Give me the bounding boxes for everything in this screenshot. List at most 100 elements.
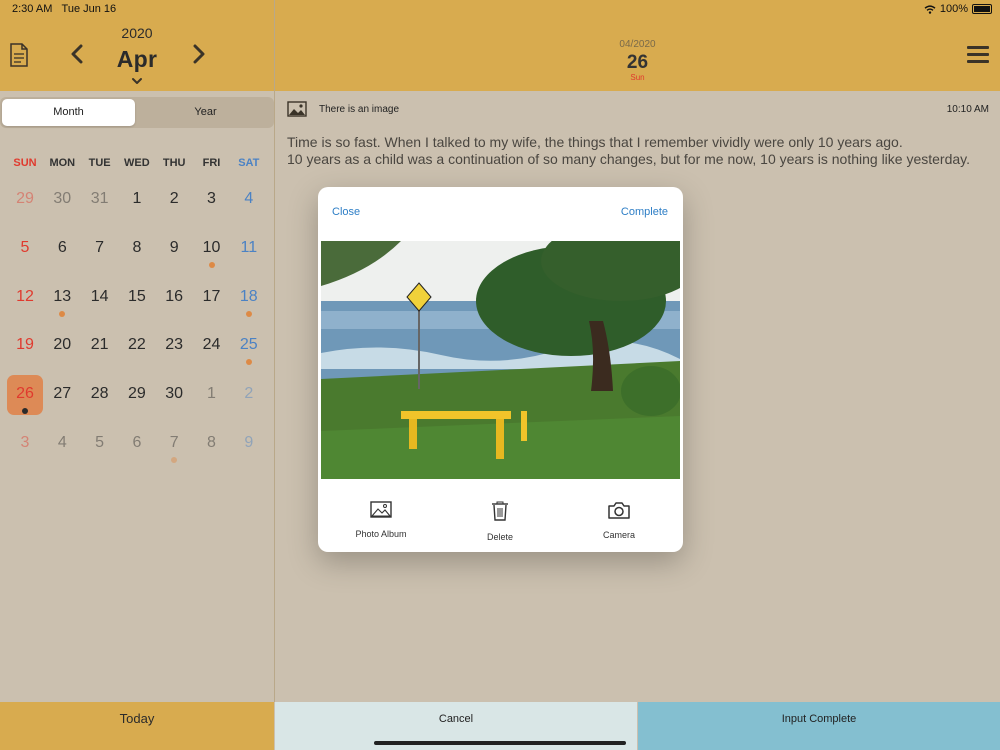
- calendar-day-number: 8: [207, 434, 216, 451]
- calendar-day[interactable]: 25: [231, 326, 267, 366]
- calendar-header: 2:30 AM Tue Jun 16 2020 Apr: [0, 0, 274, 91]
- battery-percent: 100%: [939, 3, 968, 15]
- calendar-day[interactable]: 14: [82, 278, 118, 318]
- calendar-day-number: 5: [95, 434, 105, 451]
- photo-album-label: Photo Album: [355, 529, 407, 539]
- calendar-day[interactable]: 8: [194, 424, 230, 464]
- calendar-day[interactable]: 3: [194, 180, 230, 220]
- calendar-day[interactable]: 2: [156, 180, 192, 220]
- complete-button[interactable]: Complete: [621, 206, 668, 218]
- weekday-header-row: SUN MON TUE WED THU FRI SAT: [6, 157, 268, 173]
- calendar-day[interactable]: 29: [7, 180, 43, 220]
- calendar-day[interactable]: 7: [82, 229, 118, 269]
- calendar-day-number: 25: [239, 336, 258, 354]
- calendar-day-number: 1: [132, 190, 142, 207]
- calendar-day[interactable]: 3: [7, 424, 43, 464]
- today-button[interactable]: Today: [0, 702, 274, 750]
- calendar-day[interactable]: 31: [82, 180, 118, 220]
- home-indicator: [374, 741, 626, 745]
- calendar-day[interactable]: 19: [7, 326, 43, 366]
- document-icon[interactable]: [9, 43, 29, 67]
- calendar-day[interactable]: 4: [231, 180, 267, 220]
- entry-dot: [59, 310, 66, 317]
- entry-dot: [171, 457, 178, 463]
- calendar-day[interactable]: 4: [44, 424, 80, 464]
- calendar-day[interactable]: 30: [156, 375, 192, 415]
- calendar-day-number: 16: [165, 287, 184, 305]
- close-button[interactable]: Close: [332, 206, 360, 218]
- calendar-day[interactable]: 26: [7, 375, 43, 416]
- battery-icon: [972, 4, 992, 14]
- calendar-day[interactable]: 28: [82, 375, 118, 415]
- calendar-day[interactable]: 1: [194, 375, 230, 415]
- entry-time: 10:10 AM: [946, 104, 989, 115]
- calendar-day[interactable]: 9: [231, 424, 267, 464]
- calendar-day-number: 17: [202, 287, 221, 305]
- month-tab[interactable]: Month: [2, 99, 135, 126]
- calendar-day[interactable]: 22: [119, 326, 155, 366]
- calendar-day-number: 15: [127, 287, 146, 305]
- calendar-day[interactable]: 29: [119, 375, 155, 415]
- photo-album-button[interactable]: Photo Album: [331, 501, 431, 542]
- status-indicators: 100%: [924, 3, 992, 15]
- entry-dot: [245, 310, 252, 317]
- calendar-day[interactable]: 18: [231, 278, 267, 318]
- calendar-day[interactable]: 5: [82, 424, 118, 464]
- calendar-day[interactable]: 2: [231, 375, 267, 415]
- calendar-day[interactable]: 15: [119, 278, 155, 318]
- entry-dot: [208, 261, 215, 268]
- calendar-day[interactable]: 7: [156, 424, 192, 464]
- input-complete-button[interactable]: Input Complete: [638, 702, 1000, 750]
- entry-weekday: Sun: [630, 73, 645, 82]
- calendar-day[interactable]: 11: [231, 229, 267, 269]
- app-screen: 2:30 AM Tue Jun 16 2020 Apr 100% 04/2020…: [0, 0, 1000, 750]
- calendar-day[interactable]: 27: [44, 375, 80, 415]
- calendar-day[interactable]: 23: [156, 326, 192, 366]
- chevron-right-icon[interactable]: [188, 44, 208, 64]
- calendar-day[interactable]: 13: [44, 278, 80, 318]
- calendar-day-number: 11: [240, 238, 258, 256]
- calendar-day-number: 3: [20, 434, 30, 451]
- calendar-day[interactable]: 5: [7, 229, 43, 269]
- month-label[interactable]: Apr: [102, 46, 172, 73]
- status-time: 2:30 AM Tue Jun 16: [12, 3, 117, 15]
- calendar-day[interactable]: 16: [156, 278, 192, 318]
- chevron-down-icon[interactable]: [131, 77, 143, 85]
- calendar-day-number: 18: [239, 287, 258, 305]
- calendar-day[interactable]: 12: [7, 278, 43, 318]
- image-icon: [287, 101, 307, 117]
- camera-button[interactable]: Camera: [569, 501, 669, 543]
- calendar-day-number: 30: [53, 190, 72, 207]
- entry-dot: [245, 359, 252, 366]
- calendar-day[interactable]: 30: [44, 180, 80, 220]
- weekday-label: WED: [124, 157, 150, 169]
- calendar-day-number: 26: [16, 385, 34, 403]
- calendar-day[interactable]: 8: [119, 229, 155, 269]
- calendar-day[interactable]: 20: [44, 326, 80, 366]
- weekday-label: SUN: [13, 157, 37, 169]
- image-modal: Close Complete Photo Album Delete Camera: [318, 187, 683, 552]
- delete-button[interactable]: Delete: [450, 501, 550, 545]
- calendar-day[interactable]: 9: [156, 229, 192, 269]
- chevron-left-icon[interactable]: [68, 44, 88, 64]
- calendar-day-number: 6: [57, 238, 67, 256]
- calendar-day[interactable]: 21: [82, 326, 118, 366]
- calendar-day[interactable]: 24: [194, 326, 230, 366]
- calendar-day-number: 5: [20, 238, 30, 256]
- entry-text[interactable]: Time is so fast. When I talked to my wif…: [287, 134, 987, 168]
- calendar-day-number: 3: [207, 190, 216, 207]
- calendar-day[interactable]: 17: [194, 278, 230, 318]
- calendar-day-number: 4: [244, 190, 254, 207]
- panel-divider: [274, 0, 275, 702]
- calendar-day[interactable]: 6: [119, 424, 155, 464]
- calendar-day-number: 19: [16, 336, 34, 354]
- calendar-day[interactable]: 10: [194, 229, 230, 269]
- calendar-day-number: 29: [127, 385, 146, 403]
- calendar-day[interactable]: 6: [44, 229, 80, 269]
- calendar-day-number: 24: [202, 336, 221, 354]
- year-tab[interactable]: Year: [139, 99, 272, 126]
- hamburger-menu-icon[interactable]: [967, 46, 989, 64]
- calendar-day-number: 23: [165, 336, 184, 354]
- trash-icon: [492, 501, 508, 521]
- calendar-day[interactable]: 1: [119, 180, 155, 220]
